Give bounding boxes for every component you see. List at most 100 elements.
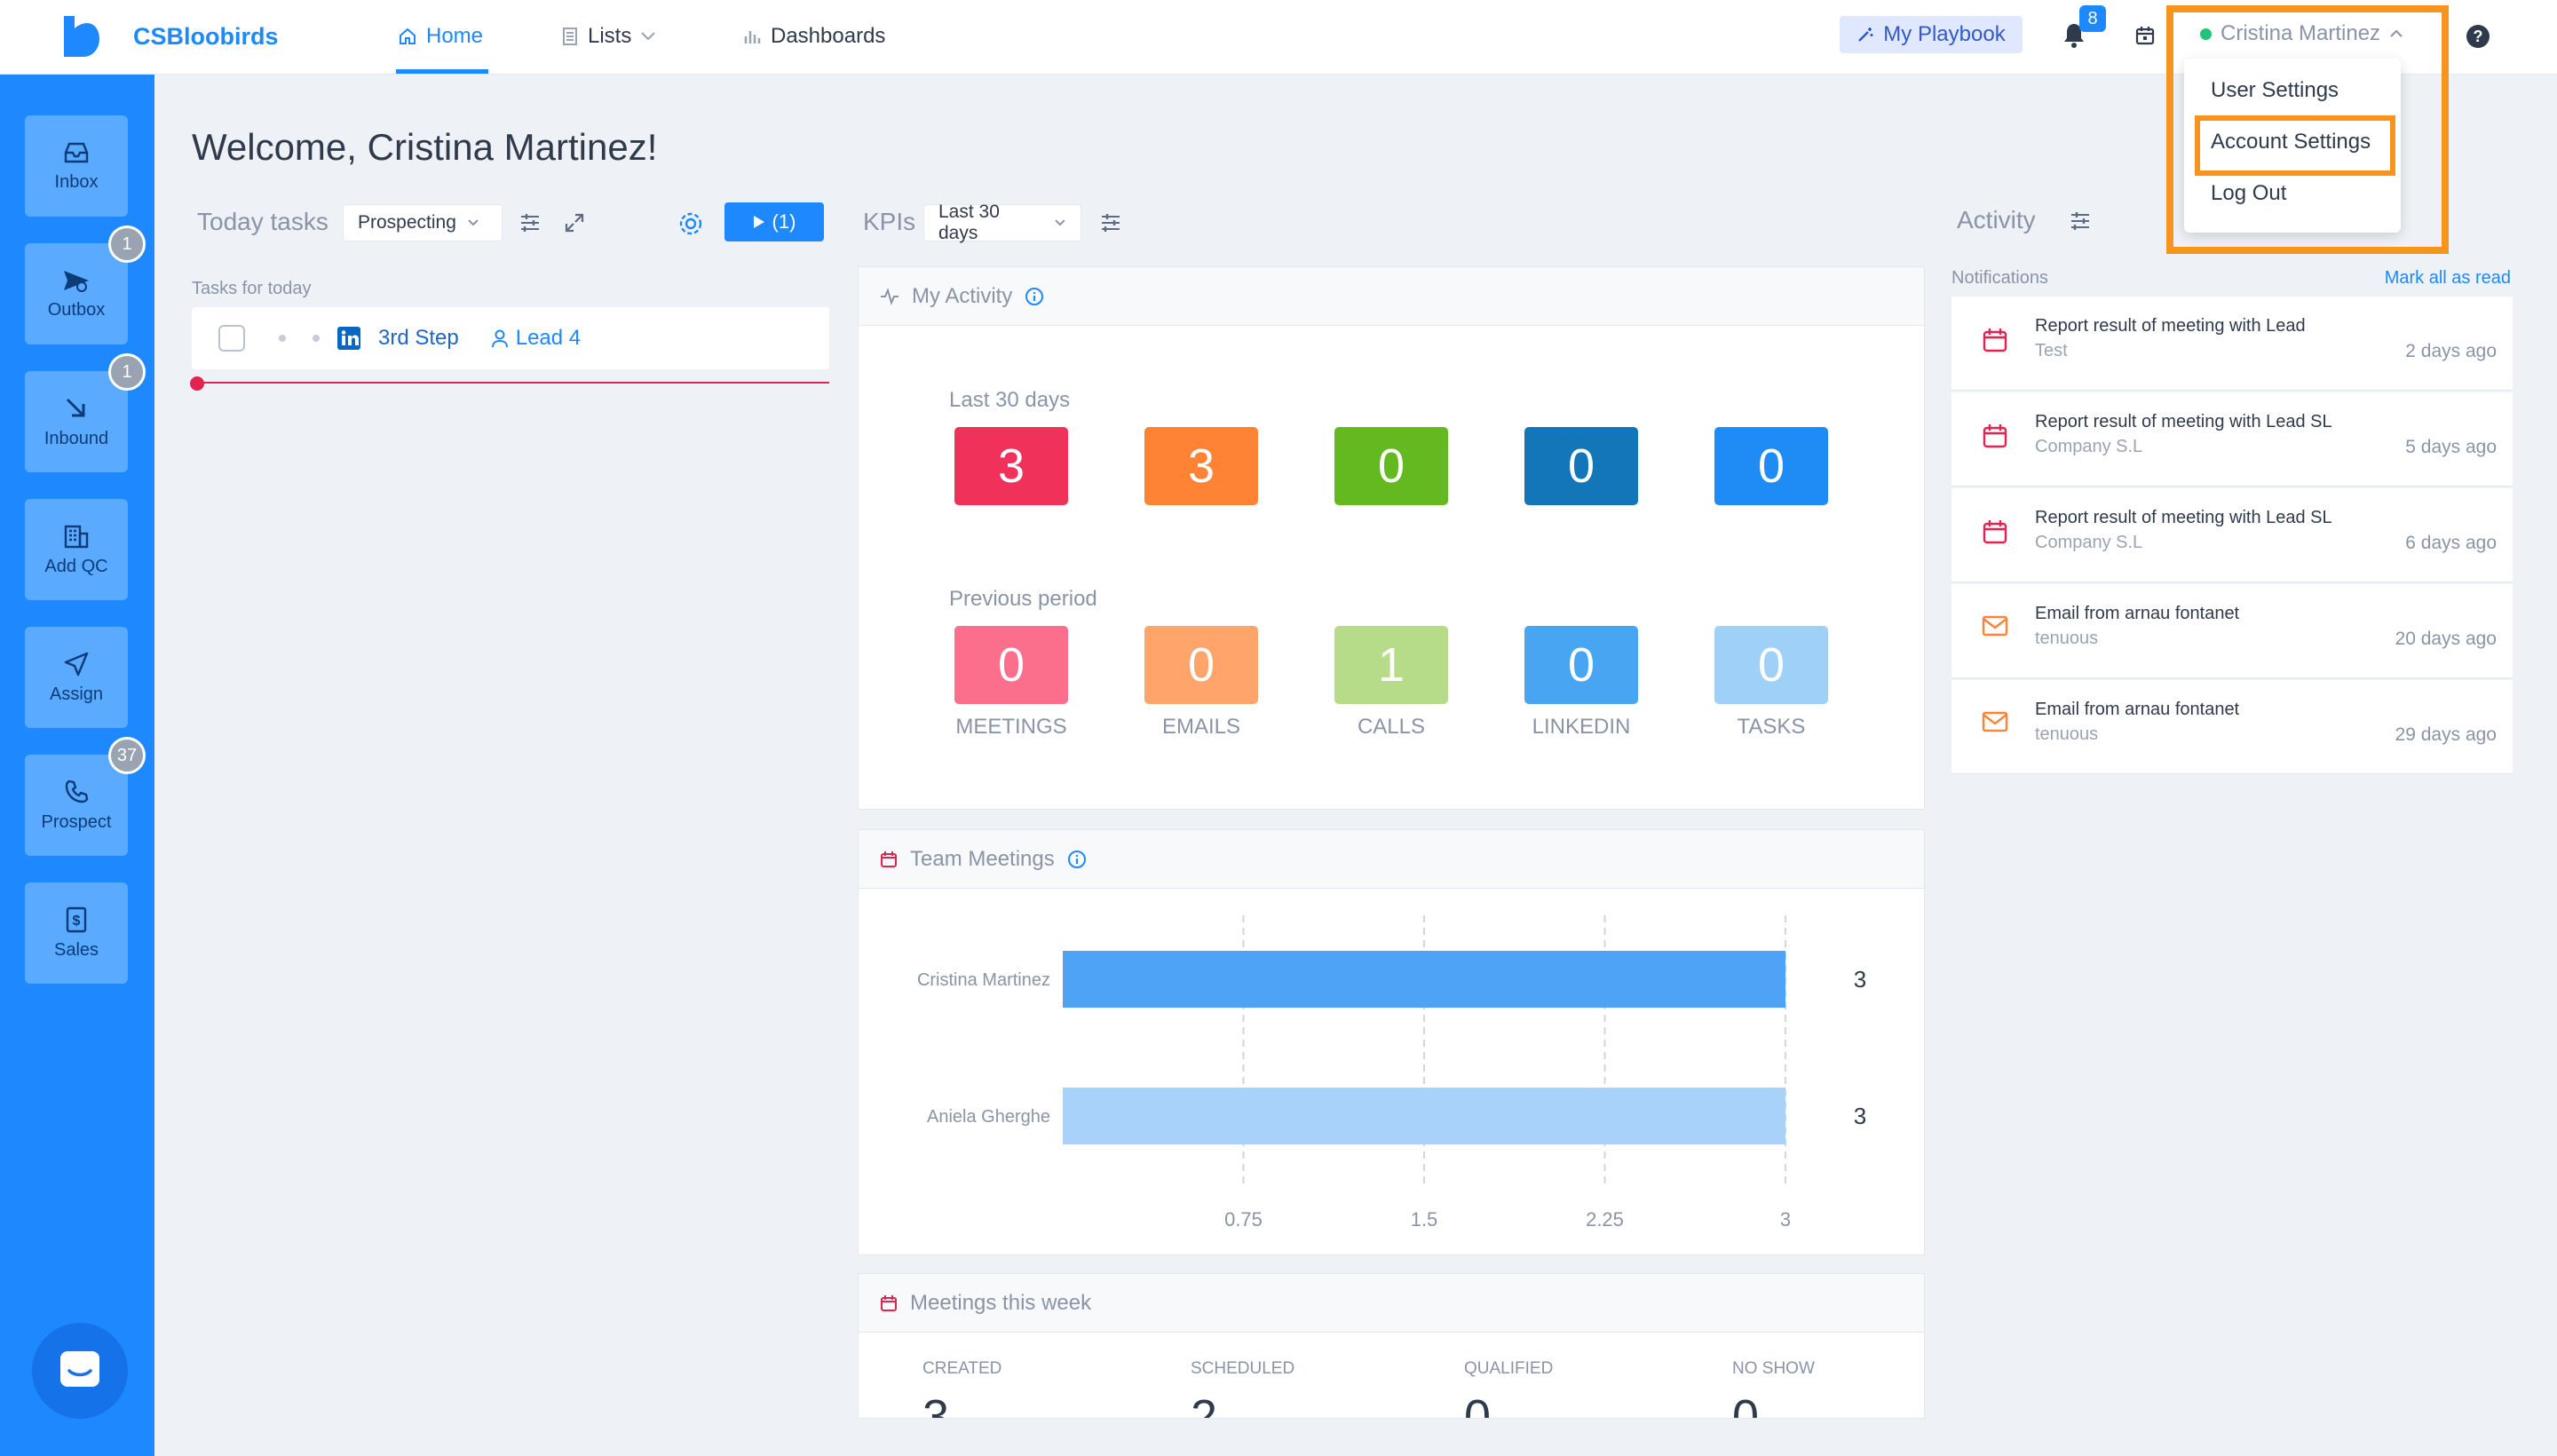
menu-log-out[interactable]: Log Out bbox=[2211, 181, 2286, 206]
notifications-label: Notifications bbox=[1951, 268, 2048, 288]
brand-name[interactable]: CSBloobirds bbox=[133, 20, 279, 53]
my-playbook-button[interactable]: My Playbook bbox=[1840, 16, 2023, 53]
menu-account-settings[interactable]: Account Settings bbox=[2211, 130, 2371, 154]
sidebar-item-label: Prospect bbox=[41, 811, 112, 832]
tasks-filter-select[interactable]: Prospecting bbox=[343, 204, 503, 241]
category-label: Cristina Martinez bbox=[917, 970, 1050, 990]
meetings-value-scheduled: 2 bbox=[1191, 1390, 1218, 1419]
play-icon bbox=[753, 216, 764, 228]
bloobirds-logo-icon[interactable] bbox=[62, 16, 99, 57]
notification-item[interactable]: Email from arnau fontanet tenuous 29 days … bbox=[1951, 680, 2513, 774]
notification-count-badge: 8 bbox=[2079, 5, 2106, 32]
my-activity-title: My Activity bbox=[912, 283, 1013, 308]
sidebar-item-add-qc[interactable]: Add QC bbox=[25, 499, 128, 600]
info-icon[interactable] bbox=[1025, 287, 1044, 306]
meetings-col-scheduled: SCHEDULED bbox=[1191, 1359, 1295, 1378]
calendar-icon bbox=[881, 851, 897, 867]
meetings-value-created: 3 bbox=[922, 1390, 950, 1419]
inbox-icon bbox=[64, 142, 89, 162]
notification-item[interactable]: Report result of meeting with Lead SL Com… bbox=[1951, 488, 2513, 582]
nav-home-label: Home bbox=[426, 24, 484, 48]
kpis-range-select[interactable]: Last 30 days bbox=[923, 202, 1081, 243]
sidebar-item-label: Sales bbox=[53, 939, 99, 960]
arrow-down-right-icon bbox=[66, 398, 85, 416]
page-title: Welcome, Cristina Martinez! bbox=[192, 126, 658, 168]
meetings-col-qualified: QUALIFIED bbox=[1464, 1359, 1554, 1378]
sidebar-item-sales[interactable]: $ Sales bbox=[25, 882, 128, 984]
task-checkbox[interactable] bbox=[218, 325, 245, 352]
outbox-count-badge: 1 bbox=[108, 226, 146, 263]
person-icon bbox=[491, 329, 508, 348]
notification-item[interactable]: Email from arnau fontanet tenuous 20 days … bbox=[1951, 584, 2513, 678]
sidebar-item-assign[interactable]: Assign bbox=[25, 627, 128, 728]
notification-title: Email from arnau fontanet bbox=[2035, 604, 2240, 623]
notification-time: 20 days ago bbox=[2395, 629, 2497, 649]
list-icon bbox=[563, 28, 577, 45]
menu-user-settings[interactable]: User Settings bbox=[2211, 78, 2339, 103]
meetings-col-no-show: NO SHOW bbox=[1732, 1359, 1815, 1378]
status-dot bbox=[313, 335, 320, 342]
expand-icon[interactable] bbox=[563, 211, 586, 234]
kpi-caption-meetings: MEETINGS bbox=[955, 715, 1067, 739]
task-step[interactable]: 3rd Step bbox=[378, 326, 459, 351]
timeline-line bbox=[192, 382, 829, 384]
kpi-current-linkedin: 0 bbox=[1524, 427, 1638, 505]
kpis-title: KPIs bbox=[863, 208, 916, 235]
mark-all-read-link[interactable]: Mark all as read bbox=[2385, 268, 2511, 289]
today-tasks-title: Today tasks bbox=[197, 208, 329, 235]
meetings-col-created: CREATED bbox=[922, 1359, 1002, 1378]
sidebar-item-outbox[interactable]: Outbox bbox=[25, 243, 128, 344]
notification-title: Report result of meeting with Lead SL bbox=[2035, 412, 2332, 431]
gear-icon[interactable] bbox=[677, 210, 705, 238]
kpi-previous-emails: 0 bbox=[1144, 626, 1258, 704]
nav-lists[interactable]: Lists bbox=[561, 18, 656, 55]
task-lead-link[interactable]: Lead 4 bbox=[491, 326, 581, 351]
notification-title: Report result of meeting with Lead bbox=[2035, 316, 2306, 336]
my-activity-header: My Activity bbox=[859, 267, 1924, 326]
x-tick-label: 0.75 bbox=[1224, 1208, 1263, 1230]
notification-item[interactable]: Report result of meeting with Lead SL Com… bbox=[1951, 392, 2513, 487]
data-label: 3 bbox=[1854, 1103, 1866, 1129]
task-item[interactable]: 3rd Step Lead 4 bbox=[192, 307, 829, 369]
chevron-down-icon bbox=[641, 32, 656, 41]
sidebar-item-prospect[interactable]: Prospect bbox=[25, 755, 128, 856]
info-icon[interactable] bbox=[1067, 850, 1087, 869]
notification-subtitle: Test bbox=[2035, 341, 2068, 360]
chat-launcher-button[interactable] bbox=[32, 1323, 128, 1419]
notification-item[interactable]: Report result of meeting with Lead Test 2 … bbox=[1951, 297, 2513, 391]
notification-subtitle: Company S.L bbox=[2035, 533, 2143, 552]
bar bbox=[1063, 1088, 1785, 1144]
kpi-current-meetings: 3 bbox=[954, 427, 1068, 505]
team-meetings-header: Team Meetings bbox=[859, 830, 1924, 889]
kpi-caption-emails: EMAILS bbox=[1161, 715, 1241, 739]
start-tasks-button[interactable]: (1) bbox=[724, 202, 824, 241]
timeline-dot bbox=[190, 376, 204, 391]
calendar-icon[interactable] bbox=[2134, 25, 2156, 46]
envelope-icon bbox=[1982, 614, 2008, 637]
notification-subtitle: tenuous bbox=[2035, 629, 2099, 648]
previous-period-label: Previous period bbox=[949, 587, 1097, 611]
nav-dashboards[interactable]: Dashboards bbox=[742, 18, 885, 55]
sidebar-item-inbound[interactable]: Inbound bbox=[25, 371, 128, 472]
task-lead-name: Lead 4 bbox=[515, 326, 582, 350]
current-period-label: Last 30 days bbox=[949, 388, 1071, 412]
bar bbox=[1063, 951, 1785, 1008]
sliders-icon[interactable] bbox=[519, 211, 542, 234]
nav-home[interactable]: Home bbox=[398, 18, 483, 55]
notification-time: 5 days ago bbox=[2405, 437, 2497, 457]
sliders-icon[interactable] bbox=[1099, 211, 1122, 234]
my-activity-panel: My Activity Last 30 days Previous period… bbox=[858, 266, 1925, 810]
help-icon[interactable]: ? bbox=[2465, 23, 2491, 50]
sidebar-item-inbox[interactable]: Inbox bbox=[25, 115, 128, 217]
notification-time: 2 days ago bbox=[2405, 341, 2497, 361]
kpi-previous-linkedin: 0 bbox=[1524, 626, 1638, 704]
send-icon bbox=[64, 270, 89, 292]
sliders-icon[interactable] bbox=[2069, 210, 2092, 233]
team-meetings-title: Team Meetings bbox=[910, 846, 1055, 871]
user-menu-dropdown: User Settings Account Settings Log Out bbox=[2184, 59, 2401, 233]
paper-plane-icon bbox=[64, 652, 89, 676]
start-tasks-count: (1) bbox=[772, 210, 796, 233]
meetings-value-qualified: 0 bbox=[1464, 1390, 1492, 1419]
svg-text:$: $ bbox=[73, 914, 81, 929]
sidebar-item-label: Inbox bbox=[54, 171, 99, 192]
